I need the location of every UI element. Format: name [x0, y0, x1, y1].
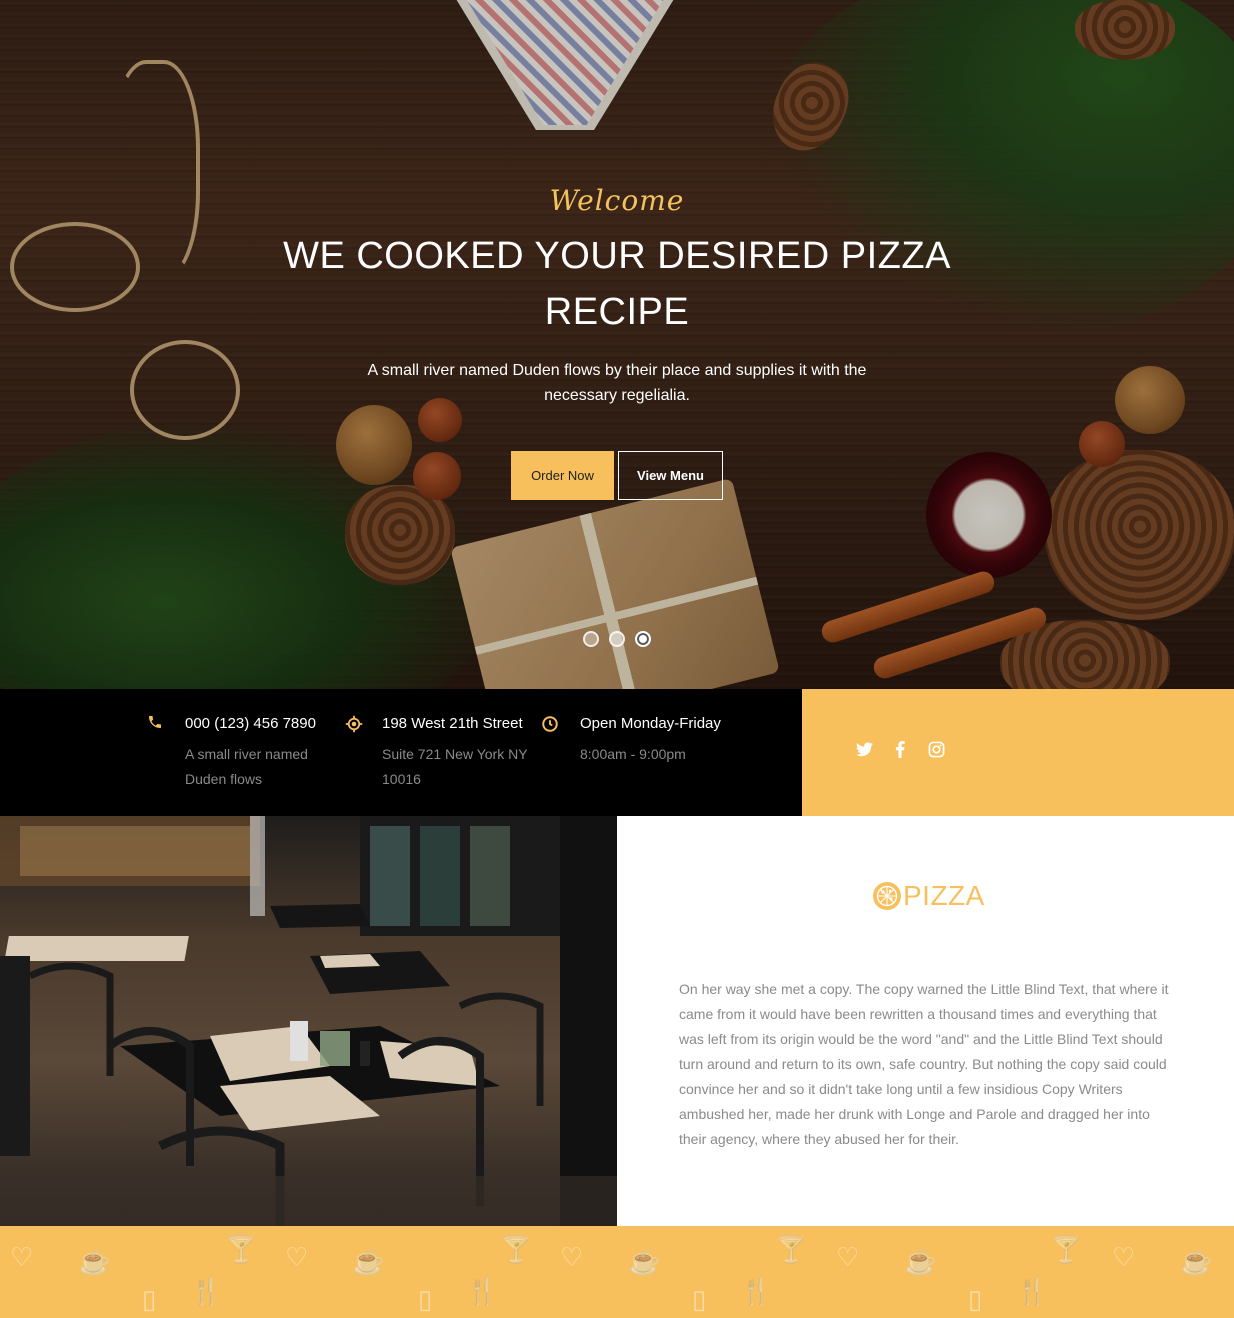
fork-knife-icon: 🍴 [466, 1276, 499, 1306]
address-subtext: Suite 721 New York NY 10016 [382, 746, 528, 787]
restaurant-photo-illustration [0, 816, 617, 1226]
heart-icon: ♡ [1112, 1242, 1136, 1272]
phone-number[interactable]: 000 (123) 456 7890 [185, 715, 316, 732]
address-street: 198 West 21th Street [382, 715, 523, 732]
phone-subtext: A small river named Duden flows [185, 746, 308, 787]
teapot-icon: ☕ [628, 1246, 661, 1276]
cocktail-icon: 🍸 [500, 1234, 533, 1264]
teapot-icon: ☕ [78, 1246, 111, 1276]
decorative-pattern-band: ♡ ☕ 🍸 ♡ ☕ 🍸 ♡ ☕ 🍸 ♡ ☕ 🍸 ♡ ☕ 🍴 ▯ 🍴 ▯ 🍴 ▯ … [0, 1226, 1234, 1318]
about-paragraph: On her way she met a copy. The copy warn… [679, 981, 1169, 1147]
fork-knife-icon: 🍴 [740, 1276, 773, 1306]
fork-knife-icon: 🍴 [190, 1276, 223, 1306]
popsicle-icon: ▯ [692, 1284, 707, 1314]
cocktail-icon: 🍸 [775, 1234, 808, 1264]
hero-welcome-text: Welcome [549, 184, 685, 217]
popsicle-icon: ▯ [968, 1284, 983, 1314]
heart-icon: ♡ [10, 1242, 34, 1272]
pizza-logo-text: PIZZA [903, 880, 985, 911]
hours-title: Open Monday-Friday [580, 715, 721, 732]
popsicle-icon: ▯ [142, 1284, 157, 1314]
hero-headline: WE COOKED YOUR DESIRED PIZZA RECIPE [283, 235, 951, 333]
hero-section: Welcome WE COOKED YOUR DESIRED PIZZA REC… [0, 0, 1234, 689]
slider-dots [583, 631, 651, 647]
hero-subtext: A small river named Duden flows by their… [367, 362, 867, 404]
heart-icon: ♡ [560, 1242, 584, 1272]
teapot-icon: ☕ [1180, 1246, 1213, 1276]
slider-dot[interactable] [583, 631, 599, 647]
phone-icon [146, 714, 164, 732]
heart-icon: ♡ [836, 1242, 860, 1272]
twitter-icon[interactable] [854, 739, 874, 759]
clock-icon [541, 715, 559, 733]
cocktail-icon: 🍸 [225, 1234, 258, 1264]
order-now-button[interactable]: Order Now [511, 451, 614, 500]
pizza-logo-icon [873, 882, 901, 910]
pizza-logo: PIZZA [873, 880, 985, 912]
heart-icon: ♡ [285, 1242, 309, 1272]
location-icon [345, 715, 363, 733]
restaurant-interior-image [0, 816, 617, 1226]
fork-knife-icon: 🍴 [1016, 1276, 1049, 1306]
slider-dot[interactable] [609, 631, 625, 647]
hours-subtext: 8:00am - 9:00pm [580, 746, 686, 762]
teapot-icon: ☕ [352, 1246, 385, 1276]
teapot-icon: ☕ [904, 1246, 937, 1276]
instagram-icon[interactable] [926, 739, 946, 759]
view-menu-button[interactable]: View Menu [618, 451, 723, 500]
popsicle-icon: ▯ [418, 1284, 433, 1314]
slider-dot-active[interactable] [635, 631, 651, 647]
facebook-icon[interactable] [890, 739, 910, 759]
cocktail-icon: 🍸 [1050, 1234, 1083, 1264]
hero-content: Welcome WE COOKED YOUR DESIRED PIZZA REC… [0, 0, 1234, 689]
